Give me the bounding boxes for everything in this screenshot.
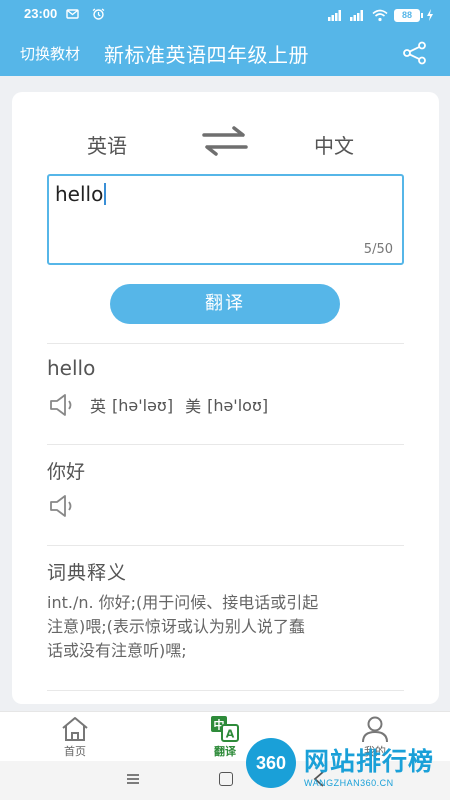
divider: [47, 343, 404, 344]
tab-home[interactable]: 首页: [35, 712, 115, 762]
text-caret: [104, 183, 107, 205]
char-counter: 5/50: [363, 242, 393, 257]
signal-icon-2: [350, 10, 363, 21]
translate-input[interactable]: hello 5/50: [47, 174, 404, 265]
signal-icon: [328, 10, 341, 21]
divider: [47, 690, 404, 691]
battery-indicator: 88: [394, 8, 423, 22]
app-header: 切换教材 新标准英语四年级上册: [0, 30, 450, 76]
divider: [47, 444, 404, 445]
page-title: 新标准英语四年级上册: [104, 43, 309, 67]
watermark-url: WANGZHAN360.CN: [304, 778, 394, 788]
phonetic-row: 英 [hə'ləʊ] 美 [hə'loʊ]: [48, 392, 280, 418]
speaker-icon[interactable]: [48, 393, 78, 417]
us-label: 美: [185, 397, 202, 416]
definition-line: 注意)喂;(表示惊讶或认为别人说了蠢: [47, 617, 305, 636]
charging-icon: [427, 9, 433, 21]
definition-line: 话或没有注意听)嘿;: [47, 641, 187, 660]
alarm-icon: [92, 8, 105, 20]
dictionary-title: 词典释义: [47, 562, 128, 584]
us-phonetic: [hə'loʊ]: [207, 395, 269, 415]
mail-icon: [66, 9, 79, 19]
home-button-icon[interactable]: [219, 772, 233, 786]
switch-book-button[interactable]: 切换教材: [20, 43, 80, 64]
definition-line: int./n. 你好;(用于问候、接电话或引起: [47, 593, 319, 612]
translate-button[interactable]: 翻译: [110, 284, 340, 324]
speaker-icon[interactable]: [48, 494, 78, 518]
wifi-icon: [372, 9, 388, 21]
menu-icon[interactable]: [126, 773, 140, 785]
uk-phonetic: [hə'ləʊ]: [112, 395, 174, 415]
watermark-badge: 360: [246, 738, 296, 788]
translate-input-text[interactable]: hello: [55, 182, 107, 206]
result-word: hello: [47, 356, 96, 380]
home-icon: [62, 717, 88, 741]
svg-text:A: A: [226, 728, 235, 741]
status-right: 88: [328, 7, 434, 23]
status-bar: 23:00 88: [0, 0, 450, 30]
translate-icon: 中 A: [211, 716, 239, 742]
divider: [47, 545, 404, 546]
dictionary-definition: int./n. 你好;(用于问候、接电话或引起 注意)喂;(表示惊讶或认为别人说…: [47, 591, 397, 663]
status-time: 23:00: [24, 6, 58, 21]
swap-languages-icon[interactable]: [200, 125, 250, 157]
target-language[interactable]: 中文: [314, 130, 354, 159]
share-icon[interactable]: [402, 41, 428, 65]
tab-label: 首页: [64, 745, 86, 758]
uk-label: 英: [90, 397, 107, 416]
watermark: 360 网站排行榜 WANGZHAN360.CN: [246, 738, 446, 796]
watermark-text: 网站排行榜: [304, 747, 435, 776]
translation-result: 你好: [47, 461, 86, 483]
source-language[interactable]: 英语: [87, 130, 127, 159]
